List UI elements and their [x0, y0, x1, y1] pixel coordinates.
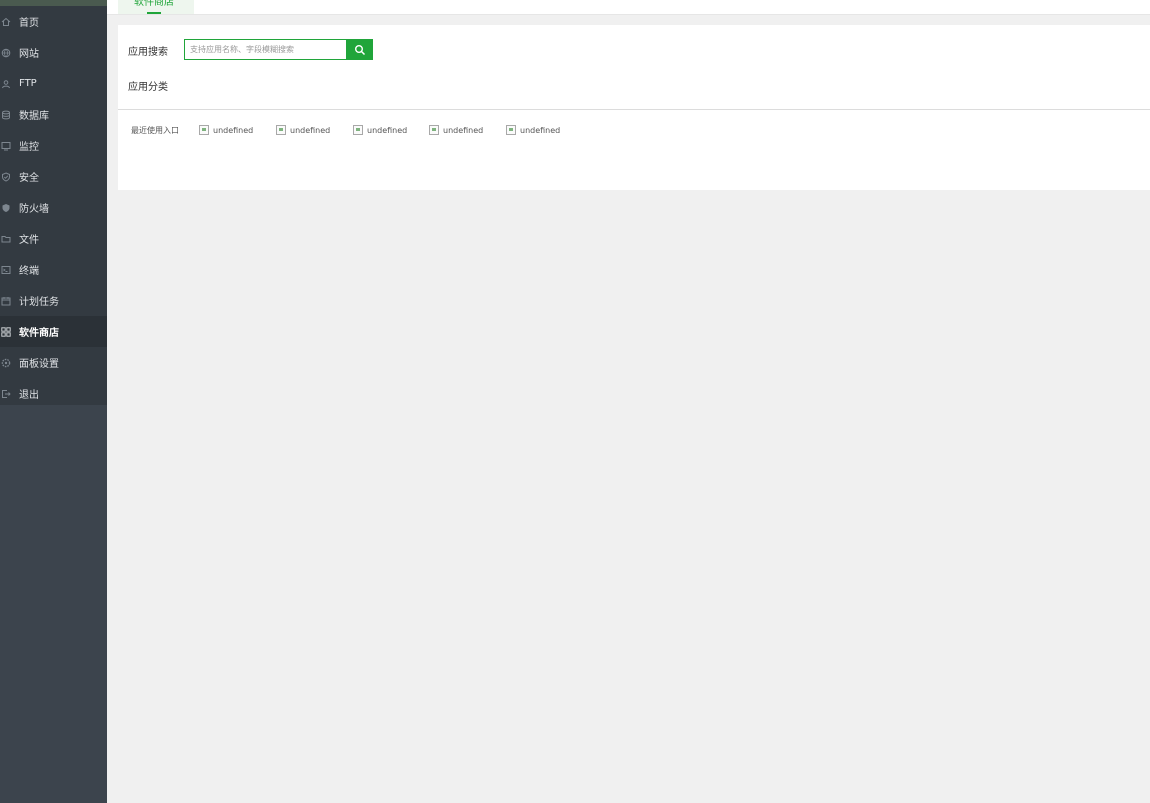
- gear-icon: [1, 358, 11, 368]
- terminal-icon: [1, 265, 11, 275]
- recent-entry[interactable]: undefined: [429, 124, 483, 136]
- recent-entry[interactable]: undefined: [199, 124, 253, 136]
- search-label: 应用搜索: [128, 47, 168, 58]
- tab-active-indicator: [147, 12, 161, 14]
- monitor-icon: [1, 141, 11, 151]
- sidebar-item-app-store[interactable]: 软件商店: [0, 316, 107, 347]
- recent-label: 最近使用入口: [131, 126, 179, 135]
- sidebar-item-terminal[interactable]: 终端: [0, 254, 107, 285]
- tab-bar: 软件商店: [107, 0, 1150, 15]
- sidebar-item-home[interactable]: 首页: [0, 6, 107, 37]
- sidebar-item-label: 防火墙: [19, 204, 49, 215]
- sidebar-item-label: 首页: [19, 18, 39, 29]
- sidebar-item-label: 安全: [19, 173, 39, 184]
- sidebar-item-label: 软件商店: [19, 328, 59, 339]
- recent-entry[interactable]: undefined: [353, 124, 407, 136]
- sidebar-item-label: 终端: [19, 266, 39, 277]
- tab-app-store[interactable]: 软件商店: [118, 0, 194, 14]
- divider: [118, 109, 1150, 110]
- sidebar-item-cron[interactable]: 计划任务: [0, 285, 107, 316]
- logout-icon: [1, 389, 11, 399]
- broken-image-icon: [429, 125, 439, 135]
- app-store-panel: 应用搜索 应用分类 最近使用入口 undefined undefined und…: [118, 25, 1150, 190]
- database-icon: [1, 110, 11, 120]
- sidebar-nav: 首页 网站 FTP 数据库 监控 安全 防火墙 文件 终端 计划任务 软件商店 …: [0, 6, 107, 405]
- sidebar-item-label: 数据库: [19, 111, 49, 122]
- sidebar-item-label: 文件: [19, 235, 39, 246]
- sidebar-item-monitor[interactable]: 监控: [0, 130, 107, 161]
- recent-entry-label: undefined: [367, 125, 408, 135]
- recent-entry[interactable]: undefined: [276, 124, 330, 136]
- sidebar-item-logout[interactable]: 退出: [0, 378, 107, 409]
- sidebar-item-files[interactable]: 文件: [0, 223, 107, 254]
- search-input[interactable]: [184, 39, 346, 60]
- broken-image-icon: [353, 125, 363, 135]
- search-icon: [354, 44, 365, 55]
- sidebar-item-label: FTP: [19, 78, 37, 89]
- broken-image-icon: [199, 125, 209, 135]
- recent-entry-label: undefined: [213, 125, 254, 135]
- sidebar-item-database[interactable]: 数据库: [0, 99, 107, 130]
- recent-entry-label: undefined: [520, 125, 561, 135]
- sidebar-item-label: 网站: [19, 49, 39, 60]
- globe-icon: [1, 48, 11, 58]
- folder-icon: [1, 234, 11, 244]
- sidebar-item-settings[interactable]: 面板设置: [0, 347, 107, 378]
- grid-icon: [1, 326, 11, 337]
- search-button[interactable]: [346, 39, 373, 60]
- broken-image-icon: [276, 125, 286, 135]
- calendar-icon: [1, 296, 11, 306]
- home-icon: [1, 17, 11, 27]
- sidebar-item-label: 退出: [19, 390, 39, 401]
- sidebar-item-label: 计划任务: [19, 297, 59, 308]
- sidebar-item-security[interactable]: 安全: [0, 161, 107, 192]
- tab-label: 软件商店: [134, 0, 174, 8]
- sidebar: 首页 网站 FTP 数据库 监控 安全 防火墙 文件 终端 计划任务 软件商店 …: [0, 0, 107, 803]
- sidebar-item-label: 面板设置: [19, 359, 59, 370]
- firewall-icon: [1, 203, 11, 213]
- shield-check-icon: [1, 171, 11, 182]
- broken-image-icon: [506, 125, 516, 135]
- sidebar-item-website[interactable]: 网站: [0, 37, 107, 68]
- search-box: [184, 39, 373, 60]
- ftp-icon: [1, 79, 11, 89]
- recent-entry-label: undefined: [443, 125, 484, 135]
- category-label: 应用分类: [128, 82, 168, 93]
- recent-entry-label: undefined: [290, 125, 331, 135]
- sidebar-item-ftp[interactable]: FTP: [0, 68, 107, 99]
- sidebar-item-firewall[interactable]: 防火墙: [0, 192, 107, 223]
- recent-entry[interactable]: undefined: [506, 124, 560, 136]
- sidebar-item-label: 监控: [19, 142, 39, 153]
